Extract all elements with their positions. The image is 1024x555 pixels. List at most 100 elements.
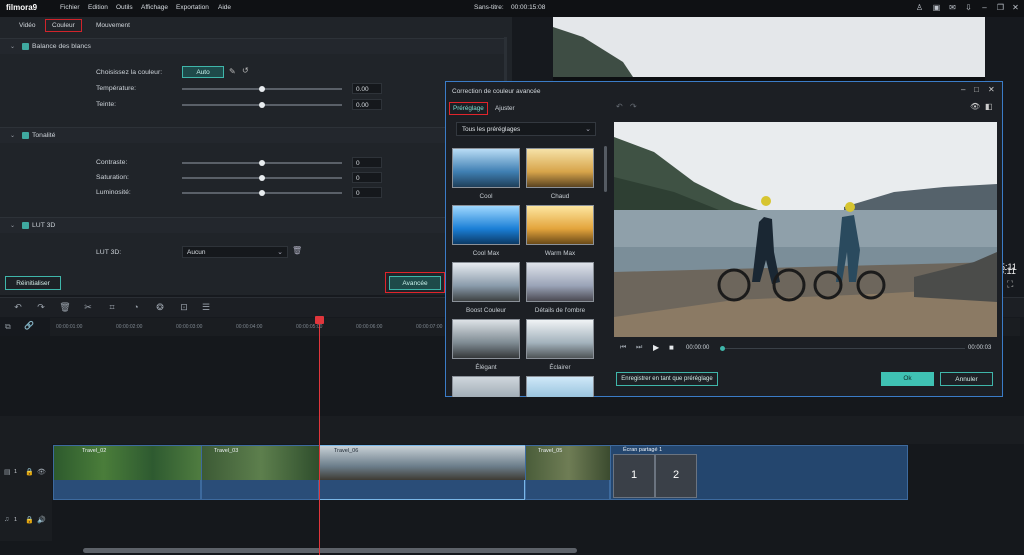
restore-icon[interactable]: ❐ [995, 3, 1006, 12]
temperature-slider[interactable] [182, 86, 342, 92]
teinte-value[interactable]: 0.00 [352, 99, 382, 110]
menu-affichage[interactable]: Affichage [141, 4, 168, 11]
preset-eclairer-thumb[interactable] [526, 319, 594, 359]
preset-elegant-thumb[interactable] [452, 319, 520, 359]
saturation-slider[interactable] [182, 175, 342, 181]
minimize-icon[interactable]: – [979, 3, 990, 12]
saturation-value[interactable]: 0 [352, 172, 382, 183]
audio-mixer-icon[interactable]: ☰ [200, 302, 212, 313]
save-preset-button[interactable]: Enregistrer en tant que préréglage [616, 372, 718, 386]
undo-icon[interactable]: ↶ [616, 102, 623, 111]
auto-button[interactable]: Auto [182, 66, 224, 78]
lut-title: LUT 3D [32, 222, 56, 229]
play-icon[interactable]: ▶ [653, 343, 659, 352]
reset-icon[interactable]: ↺ [242, 66, 249, 75]
minimize-icon[interactable]: – [961, 85, 965, 94]
delete-icon[interactable]: 🗑 [59, 302, 71, 313]
balance-checkbox[interactable] [22, 43, 29, 50]
undo-icon[interactable]: ↶ [12, 302, 24, 313]
tonalite-checkbox[interactable] [22, 132, 29, 139]
clip-travel-05[interactable]: Travel_05 [525, 445, 611, 500]
maximize-icon[interactable]: □ [974, 85, 979, 94]
menu-edition[interactable]: Edition [88, 4, 108, 11]
eyedropper-icon[interactable]: ✎ [229, 67, 236, 76]
contraste-slider[interactable] [182, 160, 342, 166]
color-icon[interactable]: ❂ [154, 302, 166, 313]
green-screen-icon[interactable]: ⊡ [178, 302, 190, 313]
menu-outils[interactable]: Outils [116, 4, 133, 11]
fullscreen-icon[interactable]: ⛶ [1007, 279, 1013, 290]
close-icon[interactable]: ✕ [988, 85, 995, 94]
reset-button[interactable]: Réinitialiser [5, 276, 61, 290]
redo-icon[interactable]: ↷ [35, 302, 47, 313]
preset-thumb[interactable] [452, 376, 520, 397]
tab-adjust[interactable]: Ajuster [495, 105, 515, 112]
section-tonalite[interactable]: ⌄ Tonalité [0, 127, 505, 143]
contraste-value[interactable]: 0 [352, 157, 382, 168]
section-balance[interactable]: ⌄ Balance des blancs [0, 38, 505, 54]
tab-video[interactable]: Vidéo [19, 22, 36, 29]
preset-boost-thumb[interactable] [452, 262, 520, 302]
preset-dropdown[interactable]: Tous les préréglages ⌄ [456, 122, 596, 136]
clip-travel-03[interactable]: Travel_03 [201, 445, 320, 500]
temperature-value[interactable]: 0.00 [352, 83, 382, 94]
luminosite-slider[interactable] [182, 190, 342, 196]
speed-icon[interactable]: ◔ [130, 302, 142, 312]
chevron-down-icon[interactable]: ⌄ [10, 43, 15, 50]
cut-icon[interactable]: ✂ [82, 302, 94, 313]
teinte-slider[interactable] [182, 102, 342, 108]
close-icon[interactable]: ✕ [1010, 3, 1021, 12]
eye-icon[interactable]: 👁 [970, 102, 980, 111]
mail-icon[interactable]: ✉ [947, 3, 958, 12]
trash-icon[interactable]: 🗑 [292, 246, 302, 255]
dialog-scrubber[interactable] [720, 346, 965, 351]
split-cell-2[interactable]: 2 [655, 454, 697, 498]
preset-thumb[interactable] [526, 376, 594, 397]
lut-checkbox[interactable] [22, 222, 29, 229]
crop-icon[interactable]: ⌗ [106, 302, 118, 313]
eye-icon[interactable]: 👁 [37, 468, 46, 476]
luminosite-value[interactable]: 0 [352, 187, 382, 198]
menu-exportation[interactable]: Exportation [176, 4, 209, 11]
redo-icon[interactable]: ↷ [630, 102, 637, 111]
tab-mouvement[interactable]: Mouvement [96, 22, 130, 29]
add-track-icon[interactable]: ⧉ [5, 322, 11, 332]
menu-fichier[interactable]: Fichier [60, 4, 80, 11]
video-track-number: 1 [14, 469, 18, 475]
preset-cool-thumb[interactable] [452, 148, 520, 188]
preset-coolmax-thumb[interactable] [452, 205, 520, 245]
menu-aide[interactable]: Aide [218, 4, 231, 11]
playhead-handle[interactable] [315, 316, 324, 324]
user-icon[interactable]: ♙ [914, 3, 925, 12]
tab-couleur[interactable]: Couleur [45, 19, 82, 32]
preset-scrollbar[interactable] [604, 146, 607, 192]
preset-warmmax-thumb[interactable] [526, 205, 594, 245]
stop-icon[interactable]: ■ [669, 343, 674, 352]
lock-icon[interactable]: 🔒 [25, 468, 34, 476]
prev-frame-icon[interactable]: ⏮ [620, 344, 626, 352]
preset-ombre-thumb[interactable] [526, 262, 594, 302]
preset-chaud-thumb[interactable] [526, 148, 594, 188]
save-icon[interactable]: ▣ [931, 3, 942, 12]
download-icon[interactable]: ⇩ [963, 3, 974, 12]
section-lut[interactable]: ⌄ LUT 3D [0, 217, 505, 233]
link-icon[interactable]: 🔗 [24, 321, 34, 330]
clip-travel-06[interactable]: Travel_06 [319, 445, 526, 500]
chevron-down-icon[interactable]: ⌄ [10, 222, 15, 229]
clip-split-screen[interactable]: Écran partagé 1 1 2 [610, 445, 908, 500]
step-icon[interactable]: ⏭ [636, 344, 642, 352]
timeline-scrollbar[interactable] [83, 548, 577, 553]
compare-icon[interactable]: ◧ [985, 102, 993, 111]
split-cell-1[interactable]: 1 [613, 454, 655, 498]
advanced-button[interactable]: Avancée [389, 276, 441, 290]
chevron-down-icon[interactable]: ⌄ [10, 132, 15, 139]
ok-button[interactable]: Ok [881, 372, 934, 386]
speaker-icon[interactable]: 🔊 [37, 516, 46, 524]
lut-select[interactable]: Aucun ⌄ [182, 246, 288, 258]
clip-travel-02[interactable]: Travel_02 [53, 445, 202, 500]
lock-icon[interactable]: 🔒 [25, 516, 34, 524]
tab-preset[interactable]: Préréglage [449, 102, 488, 115]
cancel-button[interactable]: Annuler [940, 372, 993, 386]
playhead[interactable] [319, 318, 320, 555]
time-end: 00:00:03 [968, 345, 992, 351]
